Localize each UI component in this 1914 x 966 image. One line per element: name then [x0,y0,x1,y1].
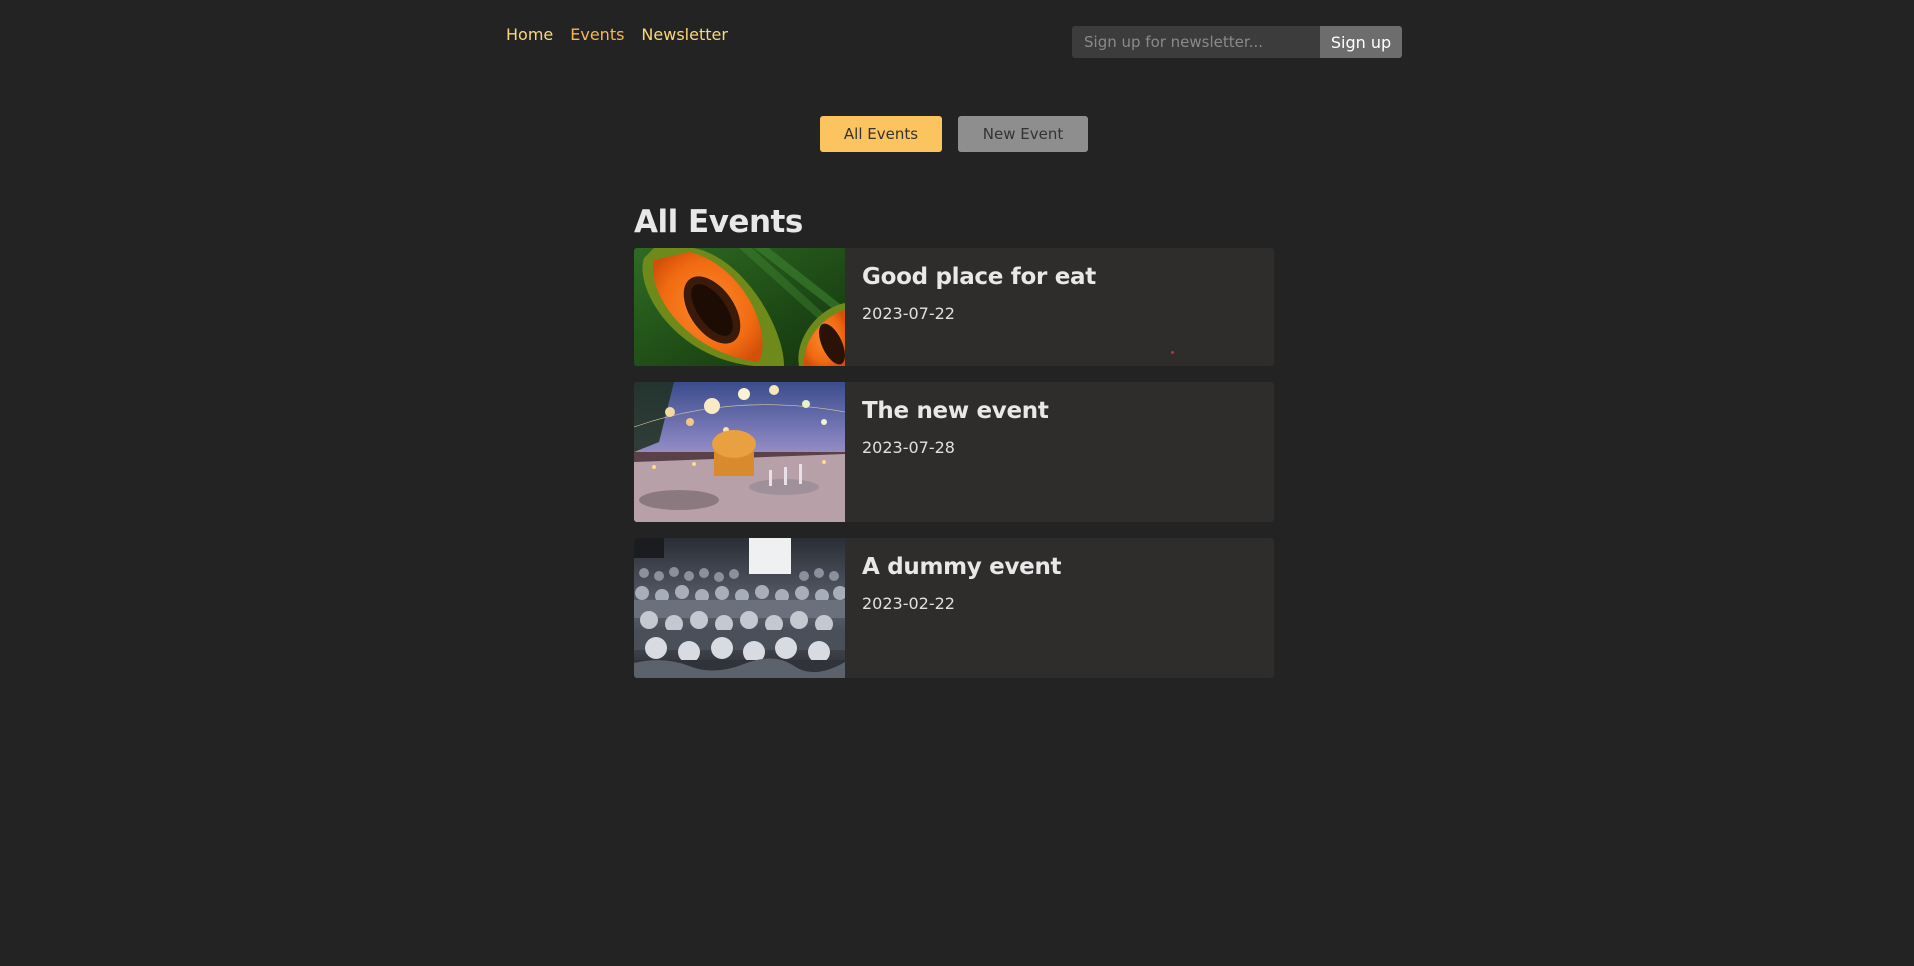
event-info: A dummy event 2023-02-22 [845,538,1078,678]
event-date: 2023-07-22 [862,304,955,323]
mouse-cursor-dot [1171,351,1174,354]
event-title: A dummy event [862,554,1062,580]
event-card[interactable]: The new event 2023-07-28 [634,382,1274,522]
event-image-party [634,382,845,522]
event-date: 2023-02-22 [862,594,955,613]
event-info: The new event 2023-07-28 [845,382,1066,522]
page-title: All Events [634,204,803,240]
new-event-button[interactable]: New Event [958,116,1088,152]
event-title: The new event [862,398,1049,424]
event-list: Good place for eat 2023-07-22 The new ev… [634,248,1274,678]
event-image-papaya [634,248,845,366]
all-events-button[interactable]: All Events [820,116,942,152]
event-info: Good place for eat 2023-07-22 [845,248,1113,366]
event-card[interactable]: Good place for eat 2023-07-22 [634,248,1274,366]
event-card[interactable]: A dummy event 2023-02-22 [634,538,1274,678]
event-title: Good place for eat [862,264,1096,290]
nav-link-newsletter[interactable]: Newsletter [641,25,728,44]
main-nav: Home Events Newsletter [506,25,728,44]
events-section: All Events Good place for eat 2023-07-22… [634,200,1274,694]
event-date: 2023-07-28 [862,438,955,457]
newsletter-form: Sign up [1072,26,1402,58]
page: Home Events Newsletter Sign up All Event… [0,0,1914,966]
nav-link-home[interactable]: Home [506,25,553,44]
signup-button[interactable]: Sign up [1320,26,1402,58]
events-tabs: All Events New Event [820,116,1088,152]
nav-link-events[interactable]: Events [570,25,624,44]
event-image-crowd [634,538,845,678]
newsletter-email-input[interactable] [1072,26,1320,58]
